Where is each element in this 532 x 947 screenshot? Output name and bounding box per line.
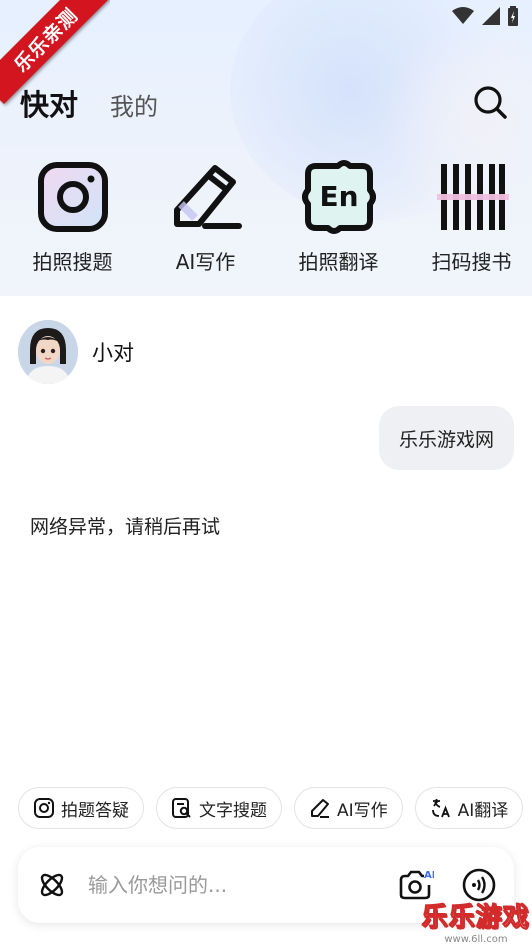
wifi-icon (452, 7, 474, 24)
svg-text:En: En (319, 180, 358, 213)
tool-label: AI写作 (175, 250, 236, 274)
pencil-icon (311, 799, 329, 818)
avatar-girl-icon (18, 320, 78, 384)
tool-label: 扫码搜书 (431, 250, 512, 274)
chip-label: AI写作 (337, 800, 388, 821)
text-search-icon (172, 798, 191, 818)
bot-reply-text: 网络异常，请稍后再试 (30, 516, 221, 538)
bot-header: 小对 (18, 320, 134, 384)
ai-atom-icon[interactable] (36, 869, 68, 901)
signal-icon (482, 7, 500, 25)
quick-chips: 拍题答疑 文字搜题 AI写作 AI翻译 (18, 787, 524, 829)
svg-text:AI: AI (424, 870, 434, 881)
tool-label: 拍照搜题 (32, 250, 113, 274)
tool-photo-search[interactable]: 拍照搜题 (12, 160, 133, 275)
site-watermark: 乐乐游戏 www.6ll.com (421, 897, 530, 946)
translate-icon (431, 799, 450, 818)
user-message-text: 乐乐游戏网 (398, 428, 494, 451)
status-bar (452, 6, 518, 26)
chip-label: AI翻译 (457, 800, 509, 821)
camera-icon (37, 162, 108, 232)
corner-ribbon: 乐乐亲测 (0, 0, 110, 110)
camera-icon (34, 798, 54, 818)
chip-ai-translate[interactable]: AI翻译 (414, 787, 524, 829)
battery-icon (508, 6, 518, 26)
watermark-url: www.6ll.com (444, 934, 508, 945)
search-icon (474, 86, 507, 119)
watermark-title: 乐乐游戏 (421, 903, 530, 934)
chip-label: 文字搜题 (199, 800, 267, 821)
tool-grid: 拍照搜题 AI写作 En 拍照翻译 扫码搜书 (0, 160, 532, 275)
chip-label: 拍题答疑 (61, 800, 129, 821)
chip-ai-write[interactable]: AI写作 (294, 787, 403, 829)
tool-label: 拍照翻译 (298, 250, 379, 274)
pencil-icon (173, 165, 242, 229)
tool-photo-translate[interactable]: En 拍照翻译 (278, 160, 399, 275)
tool-ai-write[interactable]: AI写作 (145, 160, 266, 275)
user-message-bubble[interactable]: 乐乐游戏网 (378, 406, 514, 470)
search-button[interactable] (472, 84, 508, 120)
tool-scan-book[interactable]: 扫码搜书 (411, 160, 532, 275)
avatar[interactable] (18, 320, 78, 384)
tab-mine[interactable]: 我的 (110, 87, 158, 122)
ribbon-label: 乐乐亲测 (0, 0, 110, 105)
translate-en-icon: En (301, 160, 376, 234)
barcode-icon (436, 164, 509, 230)
chat-input[interactable] (88, 873, 388, 897)
chip-text-search[interactable]: 文字搜题 (156, 787, 282, 829)
chip-photo-answer[interactable]: 拍题答疑 (18, 787, 144, 829)
bot-name: 小对 (92, 341, 134, 365)
